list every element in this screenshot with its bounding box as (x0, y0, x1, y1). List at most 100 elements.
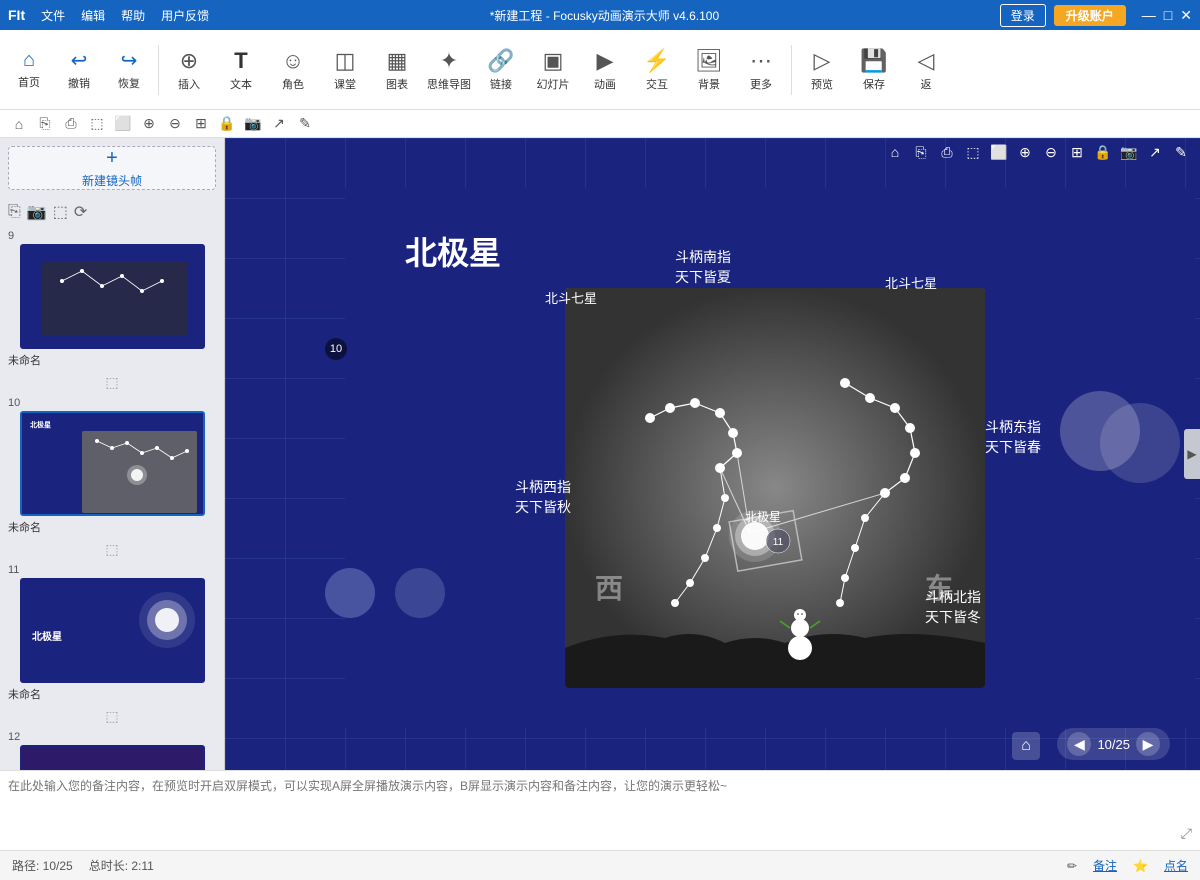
slide-thumb-9[interactable] (20, 244, 205, 349)
canvas-lock2-btn[interactable]: 🔒 (1092, 141, 1114, 163)
sec-box-btn[interactable]: ⬜ (112, 113, 134, 135)
toolbar-chart[interactable]: ▦ 图表 (371, 35, 423, 105)
right-panel-collapse[interactable]: ▶ (1184, 429, 1200, 479)
tool-copy-frame[interactable]: ⎘ (8, 203, 21, 221)
new-frame-button[interactable]: + 新建镜头帧 (8, 146, 216, 190)
toolbar-redo[interactable]: ↪ 恢复 (104, 35, 154, 105)
canvas-zoomin-btn[interactable]: ⊕ (1014, 141, 1036, 163)
canvas-copy-btn[interactable]: ⎘ (910, 141, 932, 163)
toolbar-character[interactable]: ☺ 角色 (267, 35, 319, 105)
background-icon: 🖼 (695, 48, 723, 74)
toolbar-animation[interactable]: ▶ 动画 (579, 35, 631, 105)
notes-button[interactable]: 备注 (1093, 857, 1117, 874)
toolbar-interact[interactable]: ⚡ 交互 (631, 35, 683, 105)
slide-resize-10[interactable]: ⬚ (102, 541, 122, 558)
canvas-zoomout-btn[interactable]: ⊖ (1040, 141, 1062, 163)
canvas-export-btn[interactable]: ↗ (1144, 141, 1166, 163)
nav-next-button[interactable]: ▶ (1136, 732, 1160, 756)
sec-copy-btn[interactable]: ⎘ (34, 113, 56, 135)
menu-edit[interactable]: 编辑 (81, 7, 105, 24)
menu-file[interactable]: 文件 (41, 7, 65, 24)
tool-fit-frame[interactable]: ⬚ (53, 202, 68, 222)
canvas-box-btn[interactable]: ⬜ (988, 141, 1010, 163)
slide-label-10: 未命名 (8, 519, 41, 535)
slide-thumb-12[interactable] (20, 745, 205, 770)
slide-resize-9[interactable]: ⬚ (102, 374, 122, 391)
label-east: 斗柄东指 天下皆春 (985, 418, 1041, 457)
slide-number-11: 11 (8, 564, 19, 576)
canvas-align-btn[interactable]: ⊞ (1066, 141, 1088, 163)
toolbar-undo[interactable]: ↩ 撤销 (54, 35, 104, 105)
canvas-cam-btn[interactable]: 📷 (1118, 141, 1140, 163)
toolbar-classroom[interactable]: ◫ 课堂 (319, 35, 371, 105)
minimize-button[interactable]: — (1142, 7, 1156, 24)
toolbar-slideshow[interactable]: ▣ 幻灯片 (527, 35, 579, 105)
sec-home-btn[interactable]: ⌂ (8, 113, 30, 135)
title-bar: FIt 文件 编辑 帮助 用户反馈 *新建工程 - Focusky动画演示大师 … (0, 0, 1200, 30)
sec-zoom-out-btn[interactable]: ⊖ (164, 113, 186, 135)
frame-badge-10: 10 (325, 338, 347, 360)
sec-edit-btn[interactable]: ✎ (294, 113, 316, 135)
toolbar-insert[interactable]: ⊕ 插入 (163, 35, 215, 105)
slide-label-9: 未命名 (8, 352, 41, 368)
toolbar-home[interactable]: ⌂ 首页 (4, 35, 54, 105)
main-toolbar: ⌂ 首页 ↩ 撤销 ↪ 恢复 ⊕ 插入 T 文本 ☺ 角色 ◫ 课堂 ▦ 图表 (0, 30, 1200, 110)
insert-icon: ⊕ (180, 48, 198, 74)
sec-frame-btn[interactable]: ⬚ (86, 113, 108, 135)
canvas-paste-btn[interactable]: ⎙ (936, 141, 958, 163)
tool-refresh[interactable]: ⟳ (74, 202, 87, 222)
sec-zoom-in-btn[interactable]: ⊕ (138, 113, 160, 135)
slide-label-11: 未命名 (8, 686, 41, 702)
login-button[interactable]: 登录 (1000, 4, 1046, 27)
toolbar-mindmap[interactable]: ✦ 思维导图 (423, 35, 475, 105)
insert-group: ⊕ 插入 T 文本 ☺ 角色 ◫ 课堂 ▦ 图表 ✦ 思维导图 🔗 链接 ▣ (163, 35, 787, 105)
toolbar-link[interactable]: 🔗 链接 (475, 35, 527, 105)
maximize-button[interactable]: □ (1164, 7, 1172, 24)
sec-paste-btn[interactable]: ⎙ (60, 113, 82, 135)
nav-prev-button[interactable]: ◀ (1067, 732, 1091, 756)
status-path: 路径: 10/25 (12, 857, 73, 874)
toolbar-save[interactable]: 💾 保存 (848, 35, 900, 105)
undo-icon: ↩ (71, 48, 88, 73)
canvas-home-btn[interactable]: ⌂ (884, 141, 906, 163)
toolbar-separator-1 (158, 45, 159, 95)
slide-thumb-11[interactable]: 北极星 (20, 578, 205, 683)
toolbar-text[interactable]: T 文本 (215, 35, 267, 105)
toolbar-preview[interactable]: ▷ 预览 (796, 35, 848, 105)
sec-expand-btn[interactable]: ↗ (268, 113, 290, 135)
upgrade-button[interactable]: 升级账户 (1054, 5, 1126, 26)
text-icon: T (234, 48, 247, 74)
sec-lock-btn[interactable]: 🔒 (216, 113, 238, 135)
character-icon: ☺ (282, 48, 304, 74)
toolbar-separator-2 (791, 45, 792, 95)
label-north: 斗柄北指 天下皆冬 (925, 588, 981, 627)
star-map-image: 11 西 东 (565, 288, 985, 688)
sec-grid-btn[interactable]: ⊞ (190, 113, 212, 135)
points-button[interactable]: 点名 (1164, 857, 1188, 874)
slide-tools: ⎘ 📷 ⬚ ⟳ (0, 198, 224, 226)
toolbar-back[interactable]: ◁ 返 (900, 35, 952, 105)
status-right: ✏ 备注 ⭐ 点名 (1067, 857, 1188, 874)
svg-text:11: 11 (773, 537, 784, 548)
canvas-area[interactable]: ⌂ ⎘ ⎙ ⬚ ⬜ ⊕ ⊖ ⊞ 🔒 📷 ↗ ✎ 10 北极星 (225, 138, 1200, 770)
toolbar-background[interactable]: 🖼 背景 (683, 35, 735, 105)
notes-area: ⤢ (0, 770, 1200, 850)
notes-input[interactable] (8, 777, 1192, 844)
menu-help[interactable]: 帮助 (121, 7, 145, 24)
svg-text:北极星: 北极星 (30, 420, 51, 429)
slide-resize-11[interactable]: ⬚ (102, 708, 122, 725)
app-logo: FIt (8, 7, 25, 23)
canvas-home-button[interactable]: ⌂ (1012, 732, 1040, 760)
sec-camera-btn[interactable]: 📷 (242, 113, 264, 135)
tool-screenshot[interactable]: 📷 (27, 202, 47, 222)
menu-feedback[interactable]: 用户反馈 (161, 7, 209, 24)
toolbar-more[interactable]: ⋯ 更多 (735, 35, 787, 105)
canvas-frame-btn[interactable]: ⬚ (962, 141, 984, 163)
canvas-edit2-btn[interactable]: ✎ (1170, 141, 1192, 163)
slide-thumb-10[interactable]: 北极星 (20, 411, 205, 516)
redo-icon: ↪ (121, 48, 138, 73)
label-south: 斗柄南指 天下皆夏 (675, 248, 731, 287)
close-button[interactable]: ✕ (1180, 7, 1192, 24)
mindmap-icon: ✦ (440, 48, 458, 74)
notes-expand-button[interactable]: ⤢ (1181, 825, 1192, 842)
